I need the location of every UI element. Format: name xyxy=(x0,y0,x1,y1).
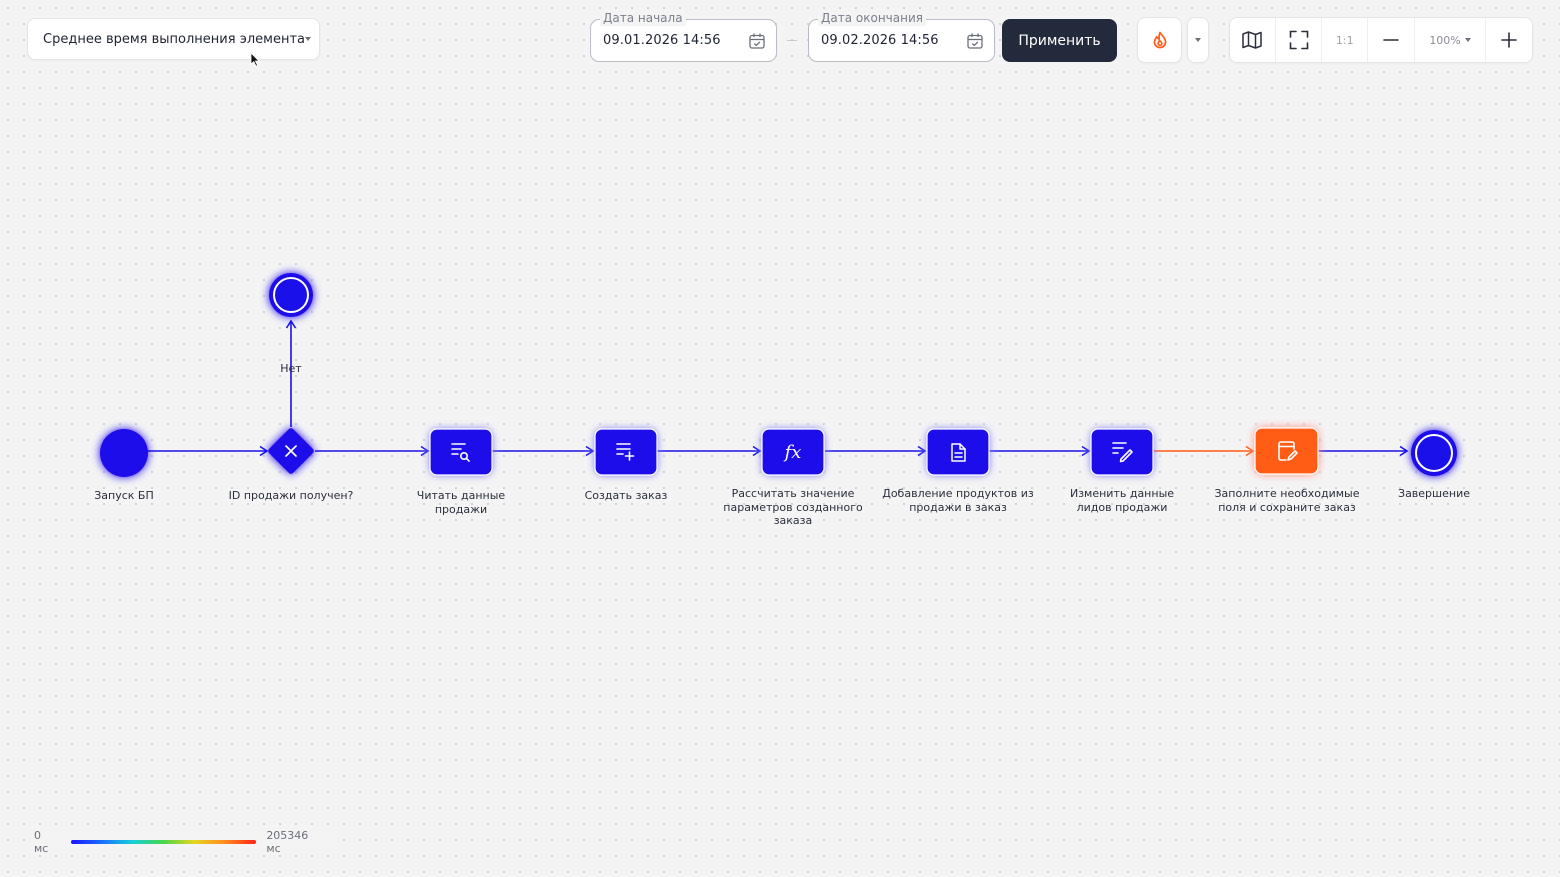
node-label-create: Создать заказ xyxy=(584,489,668,502)
scale-max-label: 205346 мс xyxy=(266,828,309,855)
formula-icon: fx xyxy=(783,442,802,463)
task-create-order[interactable] xyxy=(594,428,658,476)
task-fill-and-save-order[interactable] xyxy=(1254,427,1319,475)
task-modify-leads[interactable] xyxy=(1090,428,1154,476)
start-event[interactable] xyxy=(100,429,148,477)
heatmap-gradient-bar xyxy=(70,839,257,844)
task-read-sale[interactable] xyxy=(429,428,493,476)
exclusive-gateway[interactable] xyxy=(267,427,315,475)
end-event-no[interactable] xyxy=(269,273,313,317)
end-event[interactable] xyxy=(1411,430,1457,476)
node-label-end: Завершение xyxy=(1398,487,1470,500)
node-label-add: Добавление продуктов из продажи в заказ xyxy=(882,487,1034,514)
flow-label-no: Нет xyxy=(280,362,302,375)
heatmap-scale-legend: 0 мс 205346 мс xyxy=(28,828,332,855)
scale-min-label: 0 мс xyxy=(34,828,49,855)
node-label-start: Запуск БП xyxy=(94,489,154,502)
node-label-calc: Рассчитать значение параметров созданног… xyxy=(723,487,863,527)
node-label-read: Читать данные продажи xyxy=(416,489,506,516)
node-label-gateway: ID продажи получен? xyxy=(228,489,354,502)
process-diagram: fx xyxy=(100,273,1457,477)
task-add-products[interactable] xyxy=(926,428,990,476)
node-label-modify: Изменить данные лидов продажи xyxy=(1069,487,1175,514)
node-label-fill: Заполните необходимые поля и сохраните з… xyxy=(1214,487,1360,514)
task-calculate-params[interactable]: fx xyxy=(761,428,825,476)
